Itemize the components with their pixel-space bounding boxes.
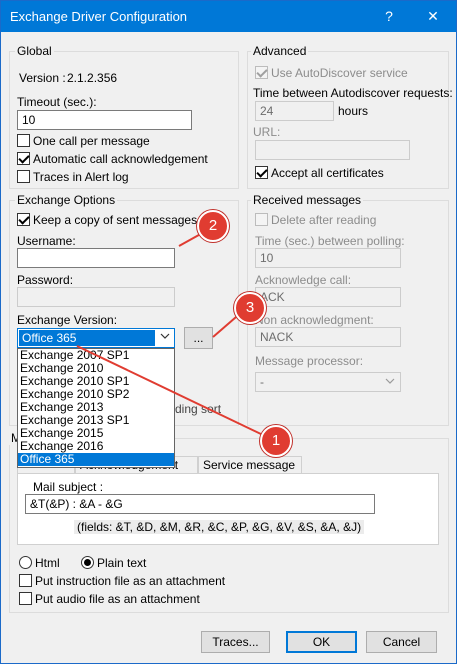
- attach-instruction-label: Put instruction file as an attachment: [35, 574, 226, 588]
- hours-label: hours: [338, 104, 369, 118]
- plain-text-label: Plain text: [97, 556, 147, 570]
- cancel-button[interactable]: Cancel: [366, 631, 437, 653]
- keep-copy-checkbox[interactable]: [17, 213, 30, 226]
- accept-certs-label: Accept all certificates: [271, 166, 384, 180]
- attach-instruction-checkbox[interactable]: [19, 574, 32, 587]
- title-bar[interactable]: Exchange Driver Configuration ? ✕: [1, 1, 456, 32]
- one-call-checkbox[interactable]: [17, 134, 30, 147]
- exchange-version-selected: Office 365: [19, 330, 155, 346]
- html-label: Html: [35, 556, 60, 570]
- annotation-badge-2: 2: [197, 210, 229, 242]
- polling-label: Time (sec.) between polling:: [255, 234, 405, 248]
- username-label: Username:: [17, 234, 76, 248]
- annotation-badge-1: 1: [260, 425, 292, 457]
- ok-button[interactable]: OK: [286, 631, 357, 653]
- non-ack-label: Non acknowledgment:: [255, 313, 374, 327]
- traces-alert-label: Traces in Alert log: [33, 170, 129, 184]
- html-radio[interactable]: [19, 556, 32, 569]
- username-input[interactable]: [17, 248, 175, 268]
- tab-service-message[interactable]: Service message: [198, 456, 302, 474]
- browse-button[interactable]: ...: [184, 327, 213, 349]
- url-input[interactable]: [255, 140, 410, 160]
- received-messages-legend: Received messages: [251, 193, 364, 207]
- attach-audio-checkbox[interactable]: [19, 592, 32, 605]
- message-tab-page: Mail subject : &T(&P) : &A - &G (fields:…: [17, 473, 439, 545]
- version-label: Version :: [19, 71, 66, 85]
- password-input[interactable]: [17, 287, 175, 307]
- url-label: URL:: [253, 125, 281, 139]
- timeout-label: Timeout (sec.):: [17, 95, 97, 109]
- mail-subject-input[interactable]: &T(&P) : &A - &G: [25, 494, 375, 514]
- polling-input[interactable]: 10: [255, 248, 401, 268]
- processor-select[interactable]: -: [255, 372, 401, 392]
- password-label: Password:: [17, 273, 74, 287]
- traces-button[interactable]: Traces...: [201, 631, 270, 653]
- accept-certs-checkbox[interactable]: [255, 166, 268, 179]
- traces-alert-checkbox[interactable]: [17, 170, 30, 183]
- obscured-option-text: ding sort: [175, 402, 222, 416]
- exchange-options-legend: Exchange Options: [15, 193, 118, 207]
- exchange-version-dropdown-list[interactable]: Exchange 2007 SP1 Exchange 2010 Exchange…: [17, 348, 175, 468]
- keep-copy-label: Keep a copy of sent messages: [33, 213, 198, 227]
- timeout-input[interactable]: 10: [17, 110, 192, 130]
- auto-ack-checkbox[interactable]: [17, 152, 30, 165]
- version-value: 2.1.2.356: [67, 71, 118, 85]
- time-between-label: Time between Autodiscover requests:: [253, 86, 453, 100]
- help-button[interactable]: ?: [367, 1, 411, 32]
- delete-after-checkbox[interactable]: [255, 213, 268, 226]
- advanced-legend: Advanced: [251, 44, 309, 58]
- dropdown-option-selected[interactable]: Office 365: [18, 453, 174, 466]
- ack-call-label: Acknowledge call:: [255, 273, 352, 287]
- delete-after-label: Delete after reading: [271, 213, 377, 227]
- attach-audio-label: Put audio file as an attachment: [35, 592, 200, 606]
- exchange-version-label: Exchange Version:: [17, 313, 118, 327]
- ack-call-input[interactable]: ACK: [255, 287, 401, 307]
- chevron-down-icon[interactable]: [156, 332, 173, 342]
- plain-text-radio[interactable]: [81, 556, 94, 569]
- processor-chevron-down-icon[interactable]: [381, 377, 398, 387]
- one-call-label: One call per message: [33, 134, 150, 148]
- dialog-window: Exchange Driver Configuration ? ✕ Global…: [0, 0, 457, 664]
- time-between-input[interactable]: 24: [255, 101, 334, 121]
- autodiscover-checkbox[interactable]: [255, 66, 268, 79]
- fields-hint: (fields: &T, &D, &M, &R, &C, &P, &G, &V,…: [74, 520, 365, 534]
- non-ack-input[interactable]: NACK: [255, 327, 401, 347]
- close-button[interactable]: ✕: [411, 1, 455, 32]
- processor-label: Message processor:: [255, 354, 364, 368]
- mail-subject-label: Mail subject :: [33, 480, 104, 494]
- autodiscover-label: Use AutoDiscover service: [271, 66, 408, 80]
- annotation-badge-3: 3: [234, 292, 266, 324]
- global-legend: Global: [15, 44, 54, 58]
- window-title: Exchange Driver Configuration: [10, 9, 188, 24]
- auto-ack-label: Automatic call acknowledgement: [33, 152, 208, 166]
- exchange-version-select[interactable]: Office 365: [17, 328, 175, 348]
